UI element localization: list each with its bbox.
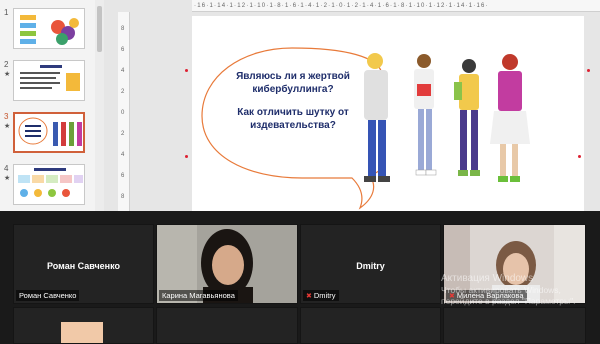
participant-tile[interactable] [300, 307, 441, 344]
ruler-tick-label: 8 [121, 26, 125, 32]
ruler-tick-label: 2 [121, 131, 125, 137]
ruler-tick-label: 4 [121, 68, 125, 74]
slide-question-1: Являюсь ли я жертвой кибербуллинга? [236, 71, 350, 95]
participant-center-name: Dmitry [356, 261, 385, 271]
slide-question-2: Как отличить шутку от издевательства? [237, 107, 349, 131]
mic-muted-icon: ✖ [306, 293, 312, 300]
participant-tile[interactable] [13, 307, 154, 344]
ruler-tick-label: 6 [121, 173, 125, 179]
transition-star-icon: ★ [4, 123, 11, 130]
participant-name-label: Карина Магавьянова [159, 290, 238, 301]
participant-video [61, 322, 103, 343]
watermark-title: Активация Windows [441, 273, 534, 284]
ruler-tick-label: 0 [121, 110, 125, 116]
powerpoint-window: 1 2 ★ 3 ★ 4 ★ ·16·1·14·1·12·1·10·1·8·1·6… [0, 0, 600, 211]
selection-handle-dot [185, 155, 188, 158]
slide-thumbnail-pane: 1 2 ★ 3 ★ 4 ★ [0, 0, 104, 211]
scrollbar-thumb[interactable] [97, 6, 102, 52]
slide-number: 2 [4, 60, 9, 69]
student-figure-1 [364, 53, 390, 182]
windows-activation-watermark: Активация Windows Чтобы активировать Win… [441, 272, 576, 307]
ruler-tick-label: 6 [121, 47, 125, 53]
ruler-tick-label: 2 [121, 89, 125, 95]
participant-tile-dmitry[interactable]: Dmitry ✖ Dmitry [300, 224, 441, 304]
slide-number: 4 [4, 164, 9, 173]
selection-handle-dot [185, 69, 188, 72]
slide-thumbnail-image [13, 8, 85, 49]
vertical-ruler: 8 6 4 2 0 2 4 6 8 [118, 12, 130, 211]
transition-star-icon: ★ [4, 71, 11, 78]
participant-tile-karina[interactable]: Карина Магавьянова [156, 224, 298, 304]
student-figure-4 [490, 54, 530, 182]
watermark-line-1: Чтобы активировать Windows, [441, 285, 561, 295]
watermark-line-2: перейдите в раздел "Параметры". [441, 296, 576, 306]
slide-number: 3 [4, 112, 9, 121]
student-figure-2 [414, 54, 437, 176]
slide-thumbnail-image [13, 112, 85, 153]
slide-thumbnail-image [13, 164, 85, 205]
participant-tile[interactable] [156, 307, 298, 344]
participant-center-name: Роман Савченко [47, 261, 120, 271]
thumbnail-scrollbar[interactable] [95, 0, 104, 211]
participant-tile-roman[interactable]: Роман Савченко Роман Савченко [13, 224, 154, 304]
transition-star-icon: ★ [4, 175, 11, 182]
slide-number: 1 [4, 8, 9, 17]
participant-name-label: Роман Савченко [16, 290, 80, 301]
participant-name-label: ✖ Dmitry [303, 290, 339, 301]
slide-thumbnail-image [13, 60, 85, 101]
ruler-tick-label: 4 [121, 152, 125, 158]
horizontal-ruler: ·16·1·14·1·12·1·10·1·8·1·6·1·4·1·2·1·0·1… [192, 0, 600, 12]
ruler-tick-label: 8 [121, 194, 125, 200]
slide-text-box[interactable]: Являюсь ли я жертвой кибербуллинга? Как … [228, 70, 358, 142]
selection-handle-dot [587, 69, 590, 72]
student-figure-3 [454, 59, 480, 176]
participant-tile[interactable] [443, 307, 586, 344]
slide-canvas[interactable]: Являюсь ли я жертвой кибербуллинга? Как … [192, 16, 584, 211]
selection-handle-dot [578, 155, 581, 158]
